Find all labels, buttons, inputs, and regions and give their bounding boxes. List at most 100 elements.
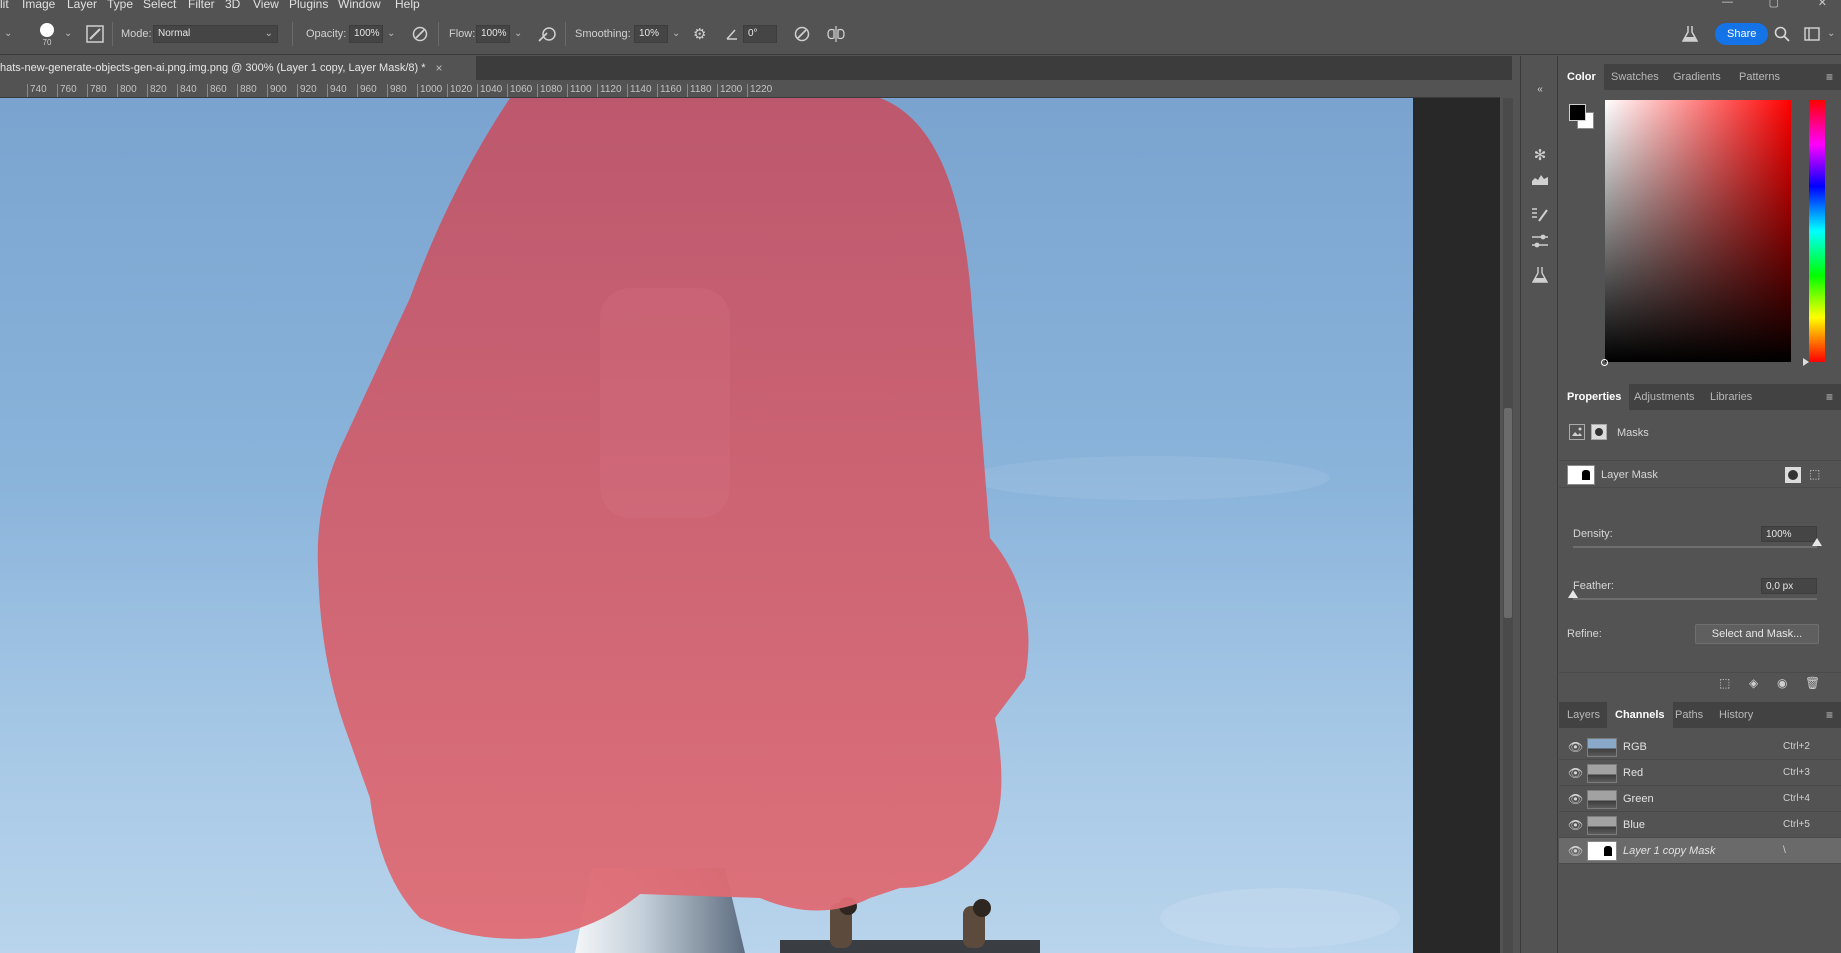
menu-layer[interactable]: Layer [67, 0, 97, 11]
foreground-color-swatch[interactable] [1569, 104, 1586, 121]
density-input[interactable]: 100% [1761, 526, 1817, 542]
tab-layers[interactable]: Layers [1567, 702, 1600, 728]
menu-filter[interactable]: Filter [188, 0, 215, 11]
channel-row-red[interactable]: 👁 Red Ctrl+3 [1559, 760, 1841, 786]
tab-history[interactable]: History [1719, 702, 1753, 728]
menu-help[interactable]: Help [395, 0, 420, 11]
ruler-tick-mark [747, 84, 748, 97]
tab-libraries[interactable]: Libraries [1710, 384, 1752, 410]
load-selection-icon[interactable]: ⬚ [1719, 676, 1730, 690]
smoothing-chevron-icon[interactable]: ⌄ [672, 28, 680, 39]
symmetry-button[interactable] [826, 12, 846, 55]
opacity-chevron-icon[interactable]: ⌄ [387, 28, 395, 39]
panel-menu-icon[interactable]: ≡ [1826, 708, 1833, 722]
pressure-opacity-button[interactable] [411, 12, 429, 55]
brushes-panel-button[interactable] [1529, 204, 1551, 226]
airbrush-button[interactable] [537, 12, 557, 55]
properties-panel: Properties Adjustments Libraries ≡ Masks… [1559, 384, 1841, 690]
feather-slider-track[interactable] [1573, 598, 1817, 600]
eye-icon[interactable]: ◉ [1777, 676, 1787, 690]
share-button[interactable]: Share [1715, 22, 1769, 45]
flow-input[interactable]: 100% [476, 24, 510, 43]
apply-mask-diamond-icon[interactable]: ◈ [1749, 676, 1758, 690]
saturation-value-picker[interactable] [1601, 100, 1791, 366]
feather-slider-handle[interactable] [1568, 590, 1578, 598]
opacity-input[interactable]: 100% [349, 24, 383, 43]
pixel-mask-icon[interactable] [1569, 424, 1585, 440]
eye-icon[interactable]: 👁 [1568, 818, 1583, 832]
smoothing-options-button[interactable]: ⚙ [693, 12, 706, 55]
pressure-size-button[interactable] [793, 12, 811, 55]
histogram-icon [1532, 175, 1548, 185]
feather-input[interactable]: 0,0 px [1761, 578, 1817, 594]
ruler-tick-label: 900 [270, 84, 287, 95]
tab-gradients[interactable]: Gradients [1673, 64, 1721, 90]
trash-icon[interactable]: 🗑 [1805, 676, 1820, 690]
mode-select[interactable]: Normal ⌄ [153, 24, 278, 43]
layer-mask-icon[interactable] [1591, 424, 1607, 440]
channel-row-layer-mask[interactable]: 👁 Layer 1 copy Mask \ [1559, 838, 1841, 864]
density-slider-handle[interactable] [1812, 538, 1822, 546]
channel-row-rgb[interactable]: 👁 RGB Ctrl+2 [1559, 734, 1841, 760]
menu-view[interactable]: View [253, 0, 279, 11]
flow-chevron-icon[interactable]: ⌄ [514, 28, 522, 39]
brush-picker-chevron[interactable]: ⌄ [64, 12, 72, 55]
document-tab[interactable]: hats-new-generate-objects-gen-ai.png.img… [0, 56, 476, 80]
menu-3d[interactable]: 3D [225, 0, 240, 11]
smoothing-input[interactable]: 10% [634, 24, 668, 43]
hue-slider-handle[interactable] [1803, 358, 1809, 366]
scrollbar-thumb[interactable] [1504, 408, 1512, 618]
tab-paths[interactable]: Paths [1675, 702, 1703, 728]
close-window-icon[interactable]: ✕ [1818, 0, 1827, 9]
collapse-panels-button[interactable]: « [1529, 78, 1551, 100]
airbrush-icon [538, 26, 556, 42]
maximize-icon[interactable]: ▢ [1769, 0, 1779, 9]
color-picker-cursor[interactable] [1601, 359, 1608, 366]
workspace-chevron-icon[interactable]: ⌄ [1827, 28, 1835, 39]
menu-edit[interactable]: lit [0, 0, 9, 11]
eye-icon[interactable]: 👁 [1568, 766, 1583, 780]
close-tab-icon[interactable]: × [436, 61, 443, 75]
menu-window[interactable]: Window [338, 0, 381, 11]
vertical-scrollbar[interactable] [1503, 98, 1513, 953]
histogram-panel-button[interactable] [1529, 168, 1551, 190]
density-slider-track[interactable] [1573, 546, 1817, 548]
tab-adjustments[interactable]: Adjustments [1634, 384, 1695, 410]
tab-color[interactable]: Color [1559, 64, 1604, 90]
tab-channels[interactable]: Channels [1607, 702, 1673, 728]
tab-swatches[interactable]: Swatches [1611, 64, 1659, 90]
channel-row-green[interactable]: 👁 Green Ctrl+4 [1559, 786, 1841, 812]
workspace-button[interactable] [1804, 12, 1820, 55]
adjust-panel-button[interactable] [1529, 230, 1551, 252]
brush-settings-button[interactable] [86, 12, 104, 55]
channel-row-blue[interactable]: 👁 Blue Ctrl+5 [1559, 812, 1841, 838]
panel-menu-icon[interactable]: ≡ [1826, 390, 1833, 404]
angle-input[interactable]: 0° [743, 24, 777, 43]
minimize-icon[interactable]: — [1722, 0, 1733, 8]
eye-icon[interactable]: 👁 [1568, 740, 1583, 754]
tab-properties[interactable]: Properties [1559, 384, 1630, 410]
select-mask-icon[interactable] [1785, 467, 1801, 483]
canvas-area[interactable] [0, 98, 1500, 953]
menu-type[interactable]: Type [107, 0, 133, 11]
tab-patterns[interactable]: Patterns [1739, 64, 1780, 90]
eye-icon[interactable]: 👁 [1568, 844, 1583, 858]
labs-panel-button[interactable] [1529, 264, 1551, 286]
navigator-panel-button[interactable]: ✻ [1529, 144, 1551, 166]
panel-menu-icon[interactable]: ≡ [1826, 70, 1833, 84]
apply-mask-icon[interactable]: ⬚ [1809, 467, 1825, 483]
gear-icon: ⚙ [693, 25, 707, 43]
labs-button[interactable] [1682, 12, 1698, 55]
menu-plugins[interactable]: Plugins [289, 0, 328, 11]
ruler-tick-mark [177, 84, 178, 97]
menu-select[interactable]: Select [143, 0, 176, 11]
brush-preset-picker[interactable]: 70 [38, 12, 56, 55]
menu-image[interactable]: Image [22, 0, 55, 11]
tool-preset-picker[interactable]: ⌄ [4, 12, 12, 55]
eye-icon[interactable]: 👁 [1568, 792, 1583, 806]
image-canvas[interactable] [0, 98, 1413, 953]
flow-label: Flow: [449, 27, 476, 40]
search-button[interactable] [1774, 12, 1790, 55]
select-and-mask-button[interactable]: Select and Mask... [1695, 624, 1819, 644]
hue-slider[interactable] [1803, 100, 1825, 366]
